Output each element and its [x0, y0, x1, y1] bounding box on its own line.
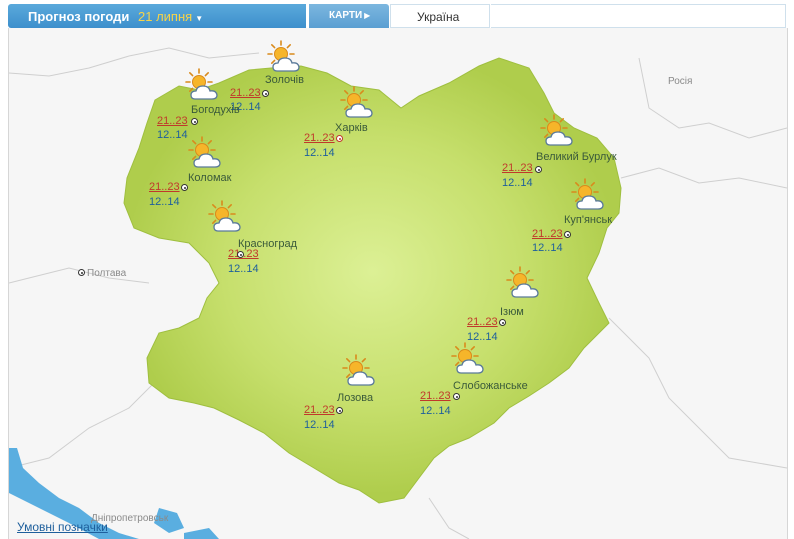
legend-link[interactable]: Умовні позначки	[17, 520, 108, 534]
city-name: Ізюм	[500, 306, 524, 318]
city-marker[interactable]	[191, 118, 198, 125]
city-marker[interactable]	[564, 231, 571, 238]
temp-max: 21..23	[420, 390, 451, 402]
sun-cloud-icon	[183, 68, 223, 102]
temp-min: 12..14	[149, 196, 180, 208]
temp-min: 12..14	[304, 147, 335, 159]
sun-cloud-icon	[340, 354, 380, 388]
temp-max: 21..23	[304, 132, 335, 144]
region-tab-ukraine[interactable]: Україна	[390, 4, 490, 28]
sun-cloud-icon	[449, 342, 489, 376]
forecast-title: Прогноз погоди	[28, 9, 130, 24]
arrow-right-icon: ▶	[364, 11, 371, 20]
temp-min: 12..14	[502, 177, 533, 189]
city-name: Великий Бурлук	[536, 151, 617, 163]
neighbor-label-russia: Росія	[668, 76, 693, 87]
temp-max: 21..23	[157, 115, 188, 127]
date-selector[interactable]: 21 липня ▼	[138, 9, 203, 24]
temp-max: 21..23	[304, 404, 335, 416]
temp-min: 12..14	[532, 242, 563, 254]
city-name: Слобожанське	[453, 380, 528, 392]
city-name: Коломак	[188, 172, 232, 184]
tab-bar-spacer	[491, 4, 786, 28]
city-name: Харків	[335, 122, 368, 134]
city-name: Лозова	[337, 392, 374, 404]
city-marker[interactable]	[453, 393, 460, 400]
date-label[interactable]: 21 липня	[138, 9, 192, 24]
temp-min: 12..14	[420, 405, 451, 417]
city-marker[interactable]	[237, 251, 244, 258]
city-marker[interactable]	[262, 90, 269, 97]
sun-cloud-icon	[338, 86, 378, 120]
sun-cloud-icon	[206, 200, 246, 234]
caret-down-icon[interactable]: ▼	[195, 14, 203, 23]
city-marker[interactable]	[499, 319, 506, 326]
city-marker-capital[interactable]	[336, 135, 343, 142]
sun-cloud-icon	[265, 40, 305, 74]
city-marker[interactable]	[535, 166, 542, 173]
sun-cloud-icon	[186, 136, 226, 170]
temp-max: 21..23	[230, 87, 261, 99]
top-bar: Прогноз погоди 21 липня ▼ КАРТИ ▶ Україна	[0, 0, 794, 30]
temp-max: 21..23	[502, 162, 533, 174]
city-marker-poltava[interactable]	[78, 269, 85, 276]
temp-min: 12..14	[157, 129, 188, 141]
sun-cloud-icon	[569, 178, 609, 212]
city-name: Богодухів	[191, 104, 240, 116]
temp-min: 12..14	[228, 263, 259, 275]
sun-cloud-icon	[538, 114, 578, 148]
temp-max: 21..23	[149, 181, 180, 193]
temp-max: 21..23	[532, 228, 563, 240]
region-tab-label[interactable]: Україна	[417, 10, 459, 24]
city-name: Золочів	[265, 74, 304, 86]
map-overlay: Росія Полтава Дніпропетровськ Золочів 21…	[8, 28, 786, 539]
temp-min: 12..14	[304, 419, 335, 431]
city-marker[interactable]	[336, 407, 343, 414]
temp-max: 21..23	[467, 316, 498, 328]
city-marker[interactable]	[181, 184, 188, 191]
sun-cloud-icon	[504, 266, 544, 300]
maps-tab-label[interactable]: КАРТИ ▶	[329, 10, 370, 21]
neighbor-label-poltava: Полтава	[87, 268, 127, 279]
maps-tab[interactable]: КАРТИ ▶	[309, 4, 389, 28]
city-name: Куп'янськ	[564, 214, 613, 226]
forecast-header: Прогноз погоди 21 липня ▼	[8, 4, 306, 28]
